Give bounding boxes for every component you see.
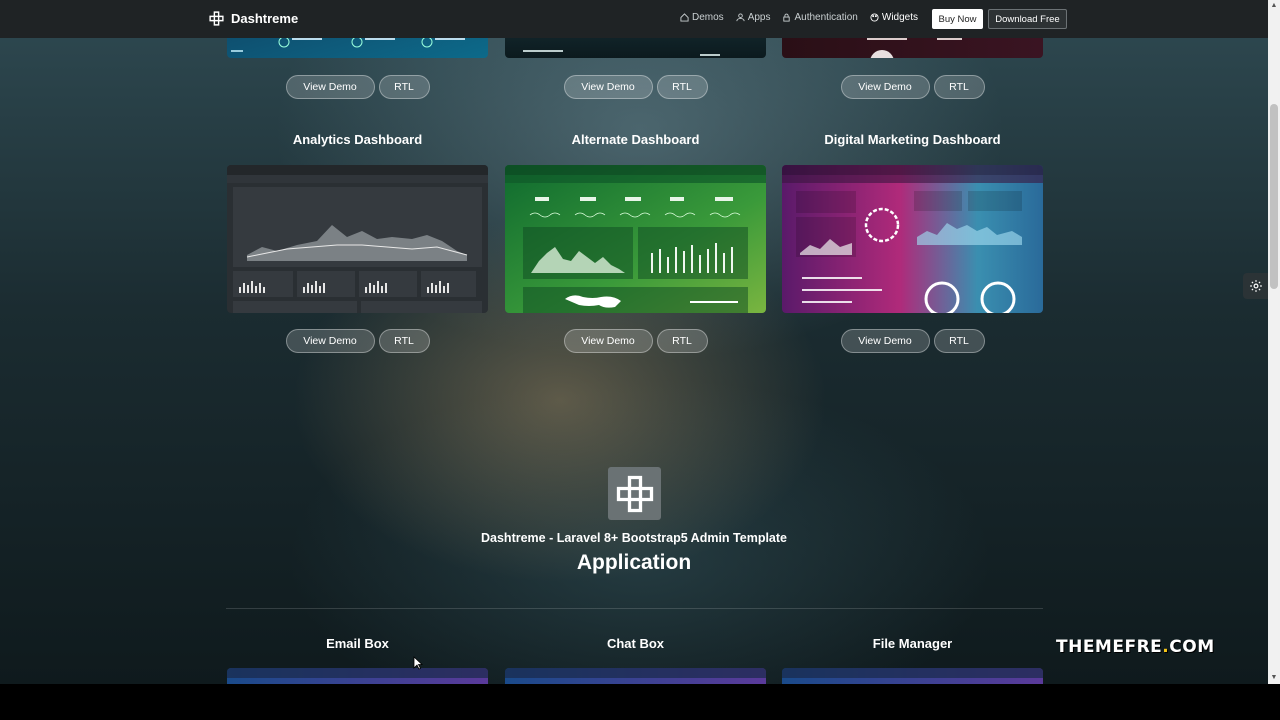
scrollbar-thumb[interactable]: [1270, 104, 1278, 289]
nav-widgets-label: Widgets: [881, 12, 918, 23]
file-manager-title: File Manager: [872, 636, 953, 651]
view-demo-button[interactable]: View Demo: [563, 329, 653, 353]
rtl-button[interactable]: RTL: [656, 329, 708, 353]
nav-authentication-label: Authentication: [794, 12, 858, 23]
home-icon: [680, 13, 689, 22]
lock-icon: [783, 13, 791, 22]
analytics-dashboard-title: Analytics Dashboard: [292, 132, 423, 147]
alternate-dashboard-thumbnail[interactable]: [505, 165, 766, 313]
watermark-tld: COM: [1169, 637, 1215, 657]
gear-icon: [1249, 280, 1262, 292]
email-box-thumbnail[interactable]: [227, 668, 488, 684]
view-demo-button[interactable]: View Demo: [840, 329, 930, 353]
dashtreme-logo-icon: [209, 11, 224, 26]
nav-authentication[interactable]: Authentication: [782, 12, 858, 23]
view-demo-button[interactable]: View Demo: [285, 75, 375, 99]
rtl-button[interactable]: RTL: [933, 329, 985, 353]
rtl-button[interactable]: RTL: [656, 75, 708, 99]
nav-apps-label: Apps: [747, 12, 771, 23]
digital-marketing-dashboard-thumbnail[interactable]: [782, 165, 1043, 313]
analytics-dashboard-thumbnail[interactable]: [227, 165, 488, 313]
dashtreme-logo: [608, 467, 661, 520]
view-demo-button[interactable]: View Demo: [285, 329, 375, 353]
rtl-button[interactable]: RTL: [378, 329, 430, 353]
mouse-cursor-icon: [413, 656, 423, 670]
scroll-up-arrow-icon[interactable]: ▲: [1270, 1, 1278, 11]
brand[interactable]: Dashtreme: [208, 10, 298, 27]
top-buttons-2: View Demo RTL: [505, 75, 766, 99]
rtl-button[interactable]: RTL: [933, 75, 985, 99]
file-manager-thumbnail[interactable]: [782, 668, 1043, 684]
rtl-button[interactable]: RTL: [378, 75, 430, 99]
top-buttons-1: View Demo RTL: [227, 75, 488, 99]
nav-links: Demos Apps Authentication Widgets: [680, 12, 918, 23]
user-icon: [736, 13, 745, 22]
page-scrollbar[interactable]: ▲ ▼: [1268, 0, 1280, 684]
palette-icon: [870, 13, 879, 22]
watermark-main: THEMEFRE: [1056, 637, 1163, 657]
theme-settings-button[interactable]: [1243, 273, 1268, 299]
chat-box-title: Chat Box: [606, 636, 665, 651]
brand-name: Dashtreme: [231, 11, 299, 26]
template-tagline: Dashtreme - Laravel 8+ Bootstrap5 Admin …: [481, 531, 787, 545]
page-viewport: Dashtreme Demos Apps Authentication Widg…: [0, 0, 1268, 684]
alternate-dashboard-title: Alternate Dashboard: [571, 132, 700, 147]
view-demo-button[interactable]: View Demo: [840, 75, 930, 99]
view-demo-button[interactable]: View Demo: [563, 75, 653, 99]
analytics-buttons: View Demo RTL: [227, 329, 488, 353]
nav-demos-label: Demos: [692, 12, 724, 23]
section-divider: [226, 608, 1043, 609]
digital-marketing-buttons: View Demo RTL: [782, 329, 1043, 353]
dashtreme-logo-icon: [616, 475, 653, 512]
themefre-watermark: THEMEFRE.COM: [1056, 637, 1215, 657]
application-heading: Application: [576, 551, 692, 574]
download-free-button[interactable]: Download Free: [988, 9, 1067, 29]
top-buttons-3: View Demo RTL: [782, 75, 1043, 99]
nav-widgets[interactable]: Widgets: [870, 12, 918, 23]
digital-marketing-dashboard-title: Digital Marketing Dashboard: [824, 132, 1001, 147]
buy-now-button[interactable]: Buy Now: [932, 9, 983, 29]
alternate-buttons: View Demo RTL: [505, 329, 766, 353]
nav-apps[interactable]: Apps: [736, 12, 771, 23]
top-navbar: Dashtreme Demos Apps Authentication Widg…: [0, 0, 1268, 38]
email-box-title: Email Box: [326, 636, 389, 651]
chat-box-thumbnail[interactable]: [505, 668, 766, 684]
nav-demos[interactable]: Demos: [680, 12, 724, 23]
scroll-down-arrow-icon[interactable]: ▼: [1270, 673, 1278, 683]
